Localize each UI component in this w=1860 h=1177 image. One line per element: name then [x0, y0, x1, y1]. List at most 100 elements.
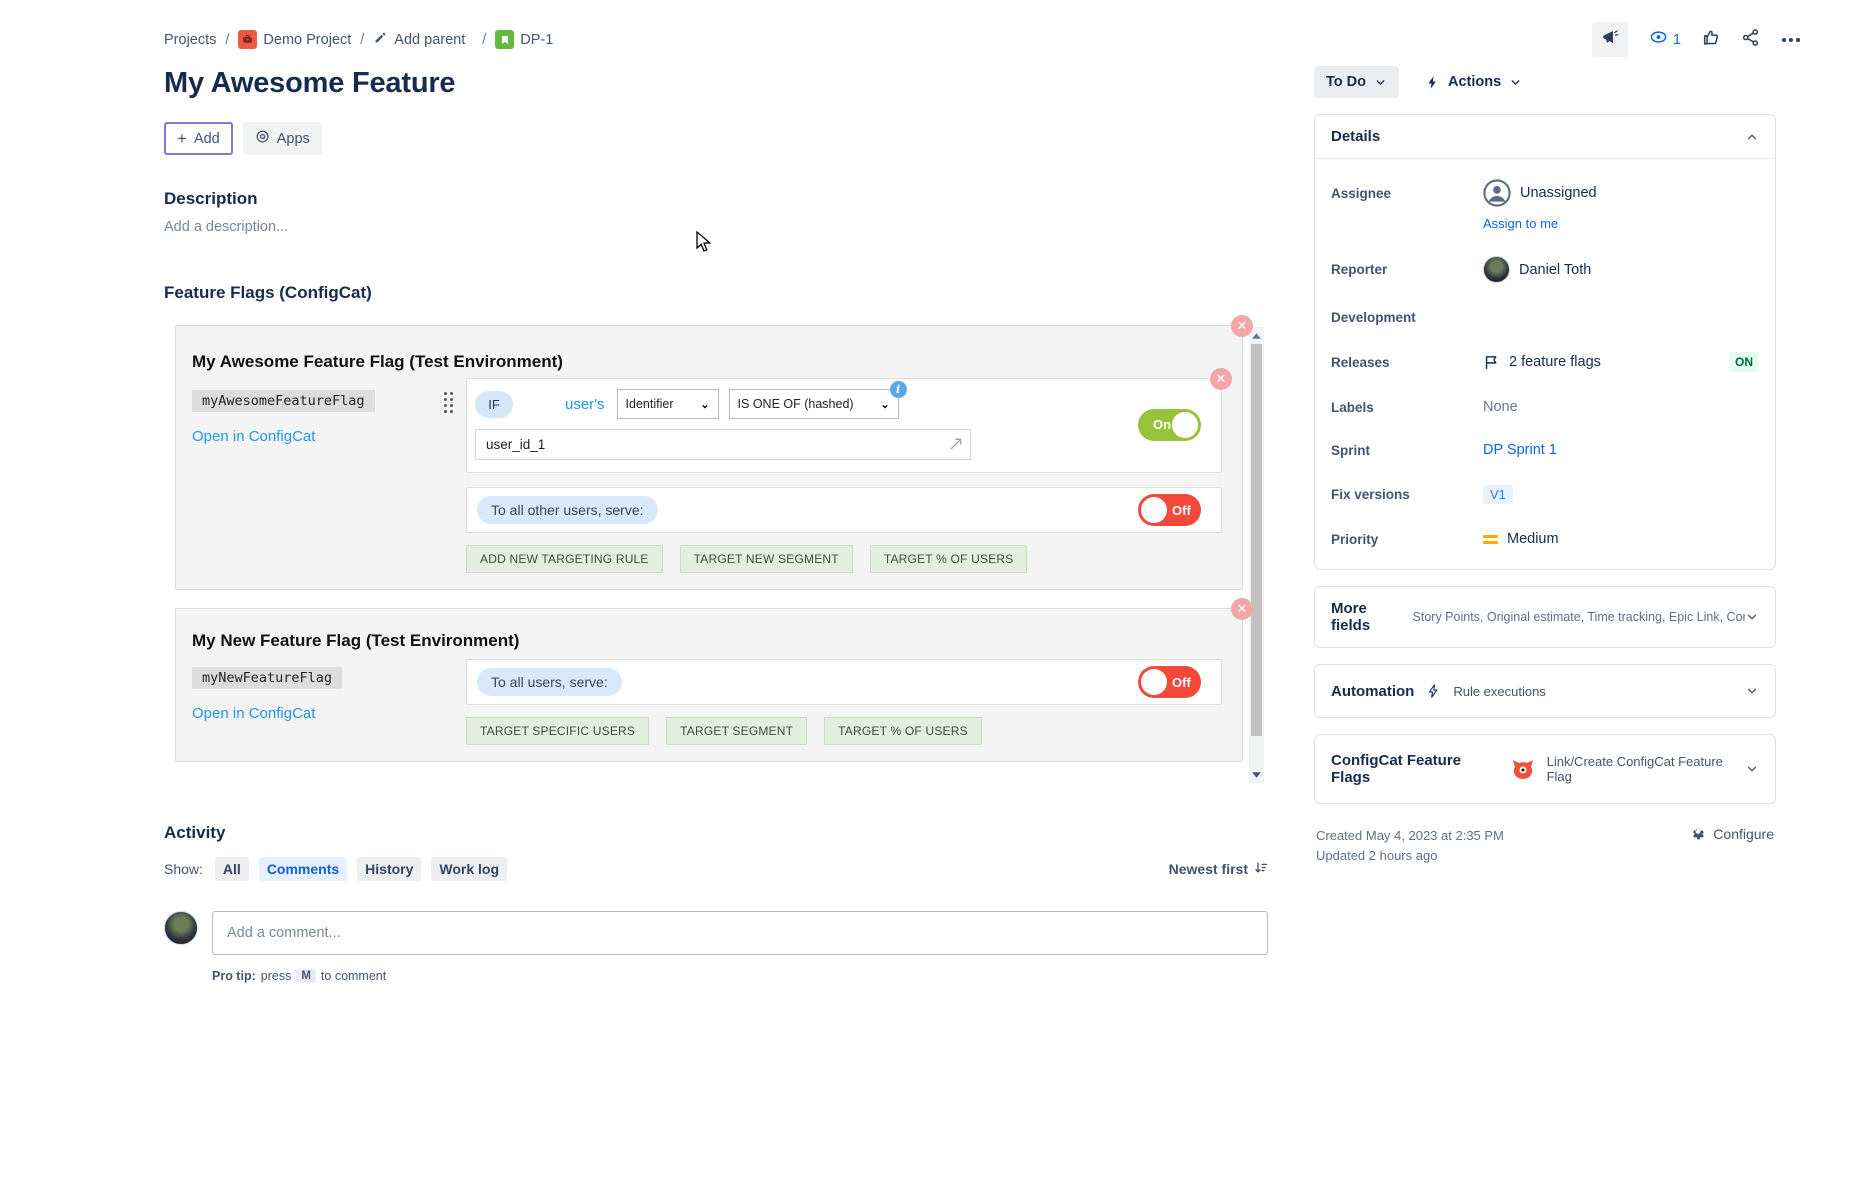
labels-label: Labels — [1331, 400, 1483, 415]
sprint-label: Sprint — [1331, 443, 1483, 458]
more-fields-panel: More fields Story Points, Original estim… — [1314, 586, 1776, 648]
details-panel-header[interactable]: Details — [1315, 115, 1775, 159]
scrollbar-down-arrow[interactable] — [1249, 767, 1264, 782]
vote-button[interactable] — [1701, 28, 1721, 52]
apps-icon — [255, 129, 270, 148]
serve-row: To all other users, serve: Off — [466, 487, 1222, 533]
chevron-down-icon — [1745, 762, 1759, 776]
target-percent-users-button[interactable]: TARGET % OF USERS — [870, 545, 1028, 573]
configure-button[interactable]: Configure — [1690, 826, 1774, 842]
sort-order-button[interactable]: Newest first — [1169, 860, 1268, 878]
actions-label: Actions — [1448, 74, 1501, 90]
keyboard-key-m: M — [296, 969, 316, 983]
serve-label: To all users, serve: — [477, 668, 622, 696]
reporter-field[interactable]: Reporter Daniel Toth — [1331, 256, 1759, 283]
attribute-select[interactable]: Identifier ⌄ — [617, 389, 719, 419]
breadcrumb-separator: / — [225, 32, 229, 48]
flag-toggle-on[interactable]: On — [1138, 409, 1201, 441]
issue-sidebar: To Do Actions Details Assignee Unassigne… — [1314, 66, 1776, 866]
lightning-outline-icon — [1426, 682, 1441, 700]
watchers-count: 1 — [1673, 32, 1681, 48]
feature-flag-card-new: ✕ My New Feature Flag (Test Environment)… — [175, 608, 1243, 762]
chevron-down-icon: ⌄ — [880, 398, 889, 411]
breadcrumb-projects-link[interactable]: Projects — [164, 32, 216, 48]
assign-to-me-link[interactable]: Assign to me — [1483, 216, 1759, 231]
assignee-field[interactable]: Assignee Unassigned — [1331, 179, 1759, 207]
filter-comments[interactable]: Comments — [259, 857, 347, 881]
labels-field[interactable]: Labels None — [1331, 399, 1759, 415]
toggle-label: Off — [1172, 503, 1191, 518]
gear-icon — [1690, 826, 1706, 842]
targeting-rule-box: ✕ IF user's Identifier ⌄ — [466, 378, 1222, 473]
target-new-segment-button[interactable]: TARGET NEW SEGMENT — [680, 545, 853, 573]
filter-worklog[interactable]: Work log — [431, 857, 507, 881]
flag-toggle-off[interactable]: Off — [1138, 494, 1201, 526]
open-in-configcat-link[interactable]: Open in ConfigCat — [192, 428, 444, 445]
issue-timestamps: Created May 4, 2023 at 2:35 PM Updated 2… — [1316, 826, 1504, 866]
comment-input[interactable] — [212, 911, 1268, 955]
issue-key-label: DP-1 — [520, 32, 553, 48]
toggle-label: On — [1153, 417, 1171, 432]
info-icon[interactable]: i — [890, 381, 907, 398]
close-icon[interactable]: ✕ — [1231, 598, 1253, 620]
automation-panel: Automation Rule executions — [1314, 664, 1776, 718]
comparator-select[interactable]: IS ONE OF (hashed) ⌄ i — [729, 389, 899, 419]
serve-row: To all users, serve: Off — [466, 659, 1222, 705]
feature-flag-on-badge: ON — [1729, 352, 1759, 372]
configcat-panel: ConfigCat Feature Flags Link/Create Conf… — [1314, 734, 1776, 804]
add-button-label: Add — [194, 131, 220, 147]
breadcrumb-issue-link[interactable]: DP-1 — [495, 30, 553, 49]
more-fields-label: More fields — [1331, 600, 1401, 634]
fix-versions-label: Fix versions — [1331, 487, 1483, 502]
close-icon[interactable]: ✕ — [1210, 368, 1232, 390]
comparison-value-input[interactable] — [475, 429, 971, 460]
drag-handle-icon[interactable] — [444, 392, 460, 414]
toggle-knob — [1172, 412, 1198, 438]
add-targeting-rule-button[interactable]: ADD NEW TARGETING RULE — [466, 545, 663, 573]
actions-dropdown[interactable]: Actions — [1425, 74, 1522, 91]
version-badge[interactable]: V1 — [1483, 485, 1513, 504]
priority-value: Medium — [1507, 531, 1559, 547]
vertical-scrollbar[interactable] — [1249, 327, 1264, 783]
close-icon[interactable]: ✕ — [1231, 315, 1253, 337]
chevron-down-icon — [1745, 610, 1759, 624]
target-segment-button[interactable]: TARGET SEGMENT — [666, 717, 807, 745]
status-dropdown[interactable]: To Do — [1314, 66, 1399, 98]
more-actions-button[interactable] — [1780, 34, 1802, 46]
open-in-configcat-link[interactable]: Open in ConfigCat — [192, 705, 444, 722]
flag-toggle-off[interactable]: Off — [1138, 666, 1201, 698]
fix-versions-field[interactable]: Fix versions V1 — [1331, 485, 1759, 504]
scrollbar-thumb[interactable] — [1251, 344, 1262, 736]
status-label: To Do — [1326, 74, 1366, 90]
releases-field[interactable]: Releases 2 feature flags ON — [1331, 352, 1759, 372]
add-parent-button[interactable]: Add parent — [373, 30, 465, 49]
sprint-field[interactable]: Sprint DP Sprint 1 — [1331, 442, 1759, 458]
target-percent-users-button[interactable]: TARGET % OF USERS — [824, 717, 982, 745]
eye-icon — [1648, 28, 1669, 51]
labels-value: None — [1483, 399, 1759, 415]
breadcrumb-separator: / — [360, 32, 364, 48]
user-avatar[interactable] — [164, 911, 198, 945]
pro-tip-prefix: Pro tip: — [212, 969, 256, 983]
filter-history[interactable]: History — [357, 857, 421, 881]
apps-button-label: Apps — [277, 131, 310, 147]
feedback-megaphone-button[interactable] — [1592, 22, 1628, 57]
breadcrumb-project-link[interactable]: Demo Project — [238, 30, 351, 49]
add-button[interactable]: + Add — [164, 122, 233, 155]
configcat-header[interactable]: ConfigCat Feature Flags Link/Create Conf… — [1315, 735, 1775, 803]
chevron-down-icon: ⌄ — [700, 398, 709, 411]
apps-button[interactable]: Apps — [243, 122, 322, 155]
expand-icon[interactable] — [948, 436, 964, 457]
more-fields-header[interactable]: More fields Story Points, Original estim… — [1315, 587, 1775, 647]
filter-all[interactable]: All — [215, 857, 249, 881]
toggle-knob — [1141, 497, 1167, 523]
priority-field[interactable]: Priority Medium — [1331, 531, 1759, 547]
description-placeholder[interactable]: Add a description... — [164, 219, 1268, 235]
sprint-link[interactable]: DP Sprint 1 — [1483, 442, 1557, 458]
target-specific-users-button[interactable]: TARGET SPECIFIC USERS — [466, 717, 649, 745]
automation-header[interactable]: Automation Rule executions — [1315, 665, 1775, 717]
story-type-icon — [495, 30, 514, 49]
share-button[interactable] — [1741, 28, 1760, 52]
flag-title: My New Feature Flag (Test Environment) — [192, 631, 1222, 651]
watch-button[interactable]: 1 — [1648, 28, 1681, 51]
